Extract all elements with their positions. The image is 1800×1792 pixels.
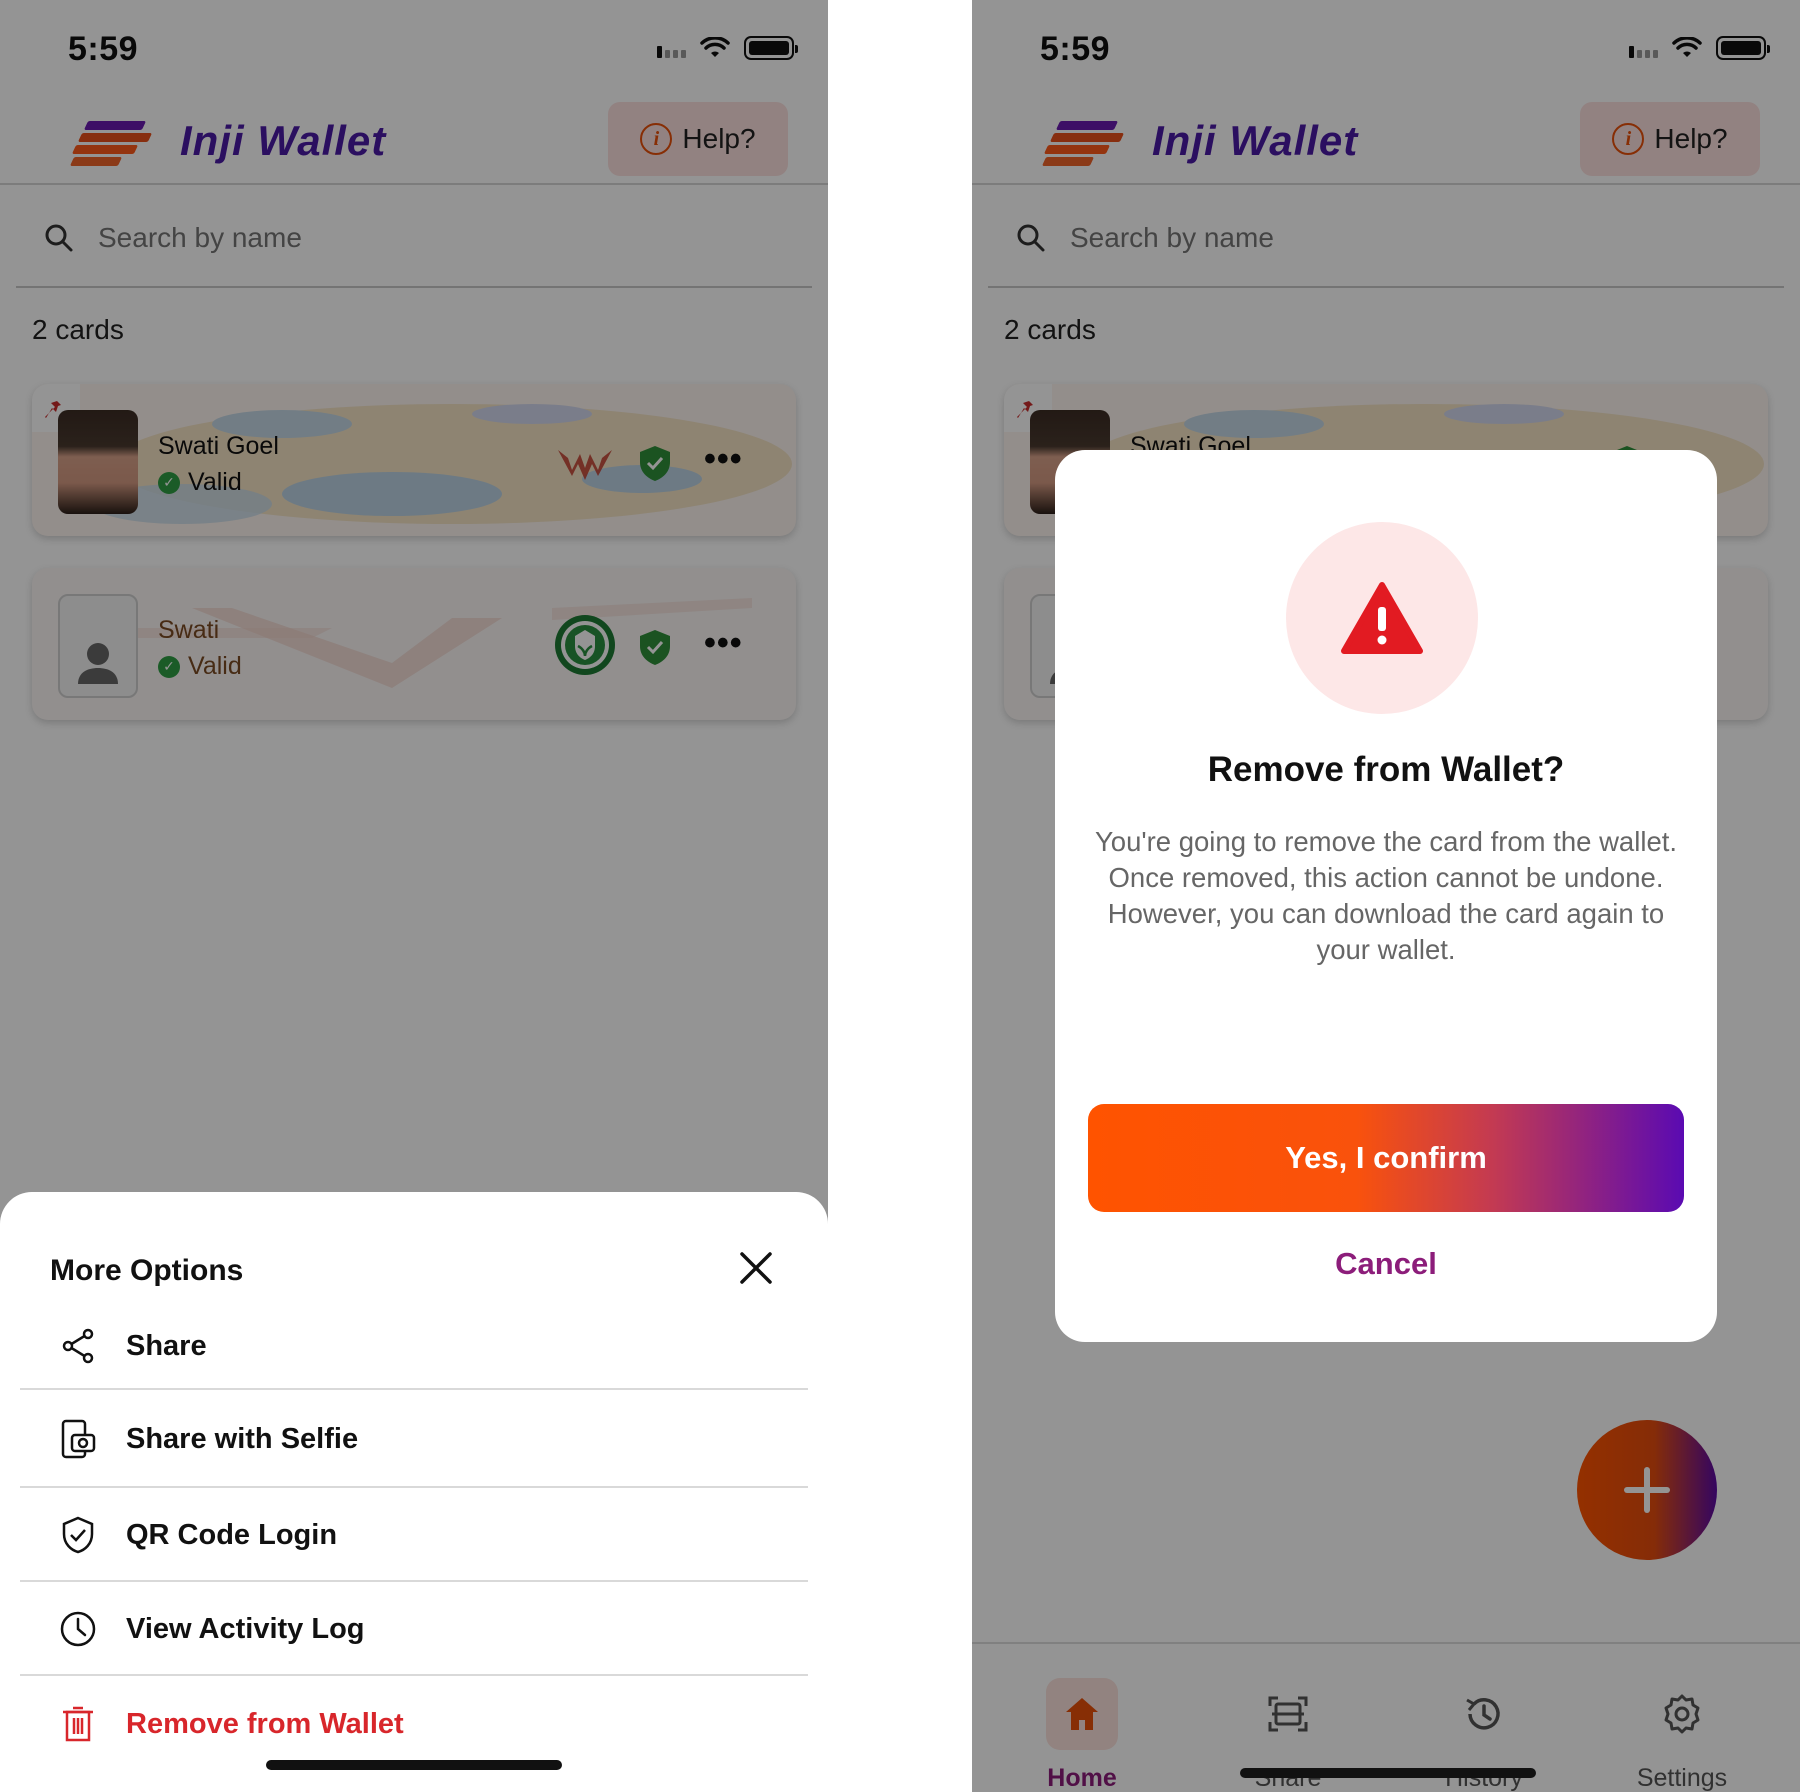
- dialog-title: Remove from Wallet?: [1207, 750, 1565, 789]
- option-label: Remove from Wallet: [126, 1707, 404, 1740]
- dialog-message-line: However, you can download the card again…: [1107, 898, 1665, 965]
- option-view-activity-log[interactable]: View Activity Log: [20, 1584, 808, 1676]
- share-icon: [62, 1328, 94, 1364]
- cancel-button[interactable]: Cancel: [1055, 1246, 1717, 1282]
- option-label: Share: [126, 1329, 207, 1362]
- option-label: QR Code Login: [126, 1518, 338, 1551]
- option-share-with-selfie[interactable]: Share with Selfie: [20, 1392, 808, 1488]
- confirm-button[interactable]: Yes, I confirm: [1088, 1104, 1684, 1212]
- screen-remove-confirmation: 5:59 Inji Wallet i Help? 2 cards: [972, 0, 1800, 1792]
- home-indicator: [266, 1760, 562, 1770]
- option-label: View Activity Log: [126, 1612, 365, 1645]
- clock-icon: [60, 1611, 96, 1647]
- close-icon[interactable]: [736, 1248, 776, 1288]
- share-selfie-icon: [61, 1419, 96, 1459]
- shield-check-icon: [62, 1516, 94, 1554]
- option-label: Share with Selfie: [126, 1422, 359, 1455]
- warning-triangle-icon: [1341, 582, 1423, 654]
- more-options-sheet: More Options Share Share with Selfie QR …: [0, 1192, 828, 1792]
- screen-more-options: 5:59 Inji Wallet i Help? 2 cards: [0, 0, 828, 1792]
- warning-badge: [1286, 522, 1478, 714]
- option-qr-code-login[interactable]: QR Code Login: [20, 1490, 808, 1582]
- sheet-title: More Options: [50, 1254, 244, 1287]
- dialog-message: You're going to remove the card from the…: [1091, 824, 1681, 968]
- option-remove-from-wallet[interactable]: Remove from Wallet: [20, 1678, 808, 1770]
- option-share[interactable]: Share: [20, 1304, 808, 1390]
- dialog-message-line: You're going to remove the card from the…: [1094, 826, 1678, 893]
- trash-icon: [63, 1706, 93, 1742]
- home-indicator: [1240, 1768, 1536, 1778]
- remove-confirmation-dialog: Remove from Wallet? You're going to remo…: [1055, 450, 1717, 1342]
